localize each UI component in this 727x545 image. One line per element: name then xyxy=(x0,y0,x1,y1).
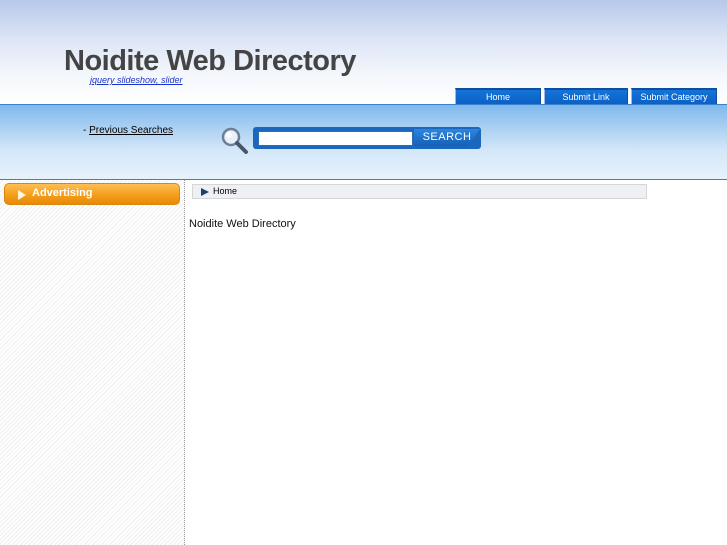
tagline-link[interactable]: jquery slideshow, slider xyxy=(90,75,183,85)
previous-searches-link[interactable]: Previous Searches xyxy=(89,125,173,136)
search-input[interactable] xyxy=(258,131,413,146)
previous-searches: - Previous Searches xyxy=(83,125,173,136)
advertising-label: Advertising xyxy=(32,187,93,199)
page-title: Noidite Web Directory xyxy=(189,218,296,230)
advertising-header: Advertising xyxy=(4,183,180,205)
breadcrumb: Home xyxy=(192,184,647,199)
nav-tab-home[interactable]: Home xyxy=(455,88,541,105)
sidebar: Advertising xyxy=(0,180,185,545)
breadcrumb-home-link[interactable]: Home xyxy=(213,186,237,196)
header: Noidite Web Directory jquery slideshow, … xyxy=(0,0,727,105)
nav-tab-submit-link[interactable]: Submit Link xyxy=(544,88,628,105)
search-band: - Previous Searches SEARCH xyxy=(0,104,727,180)
triangle-right-icon xyxy=(18,190,26,200)
magnifier-icon[interactable] xyxy=(219,125,249,155)
site-title: Noidite Web Directory xyxy=(64,45,356,77)
nav-tab-submit-category[interactable]: Submit Category xyxy=(631,88,717,105)
breadcrumb-arrow-icon xyxy=(201,188,209,196)
